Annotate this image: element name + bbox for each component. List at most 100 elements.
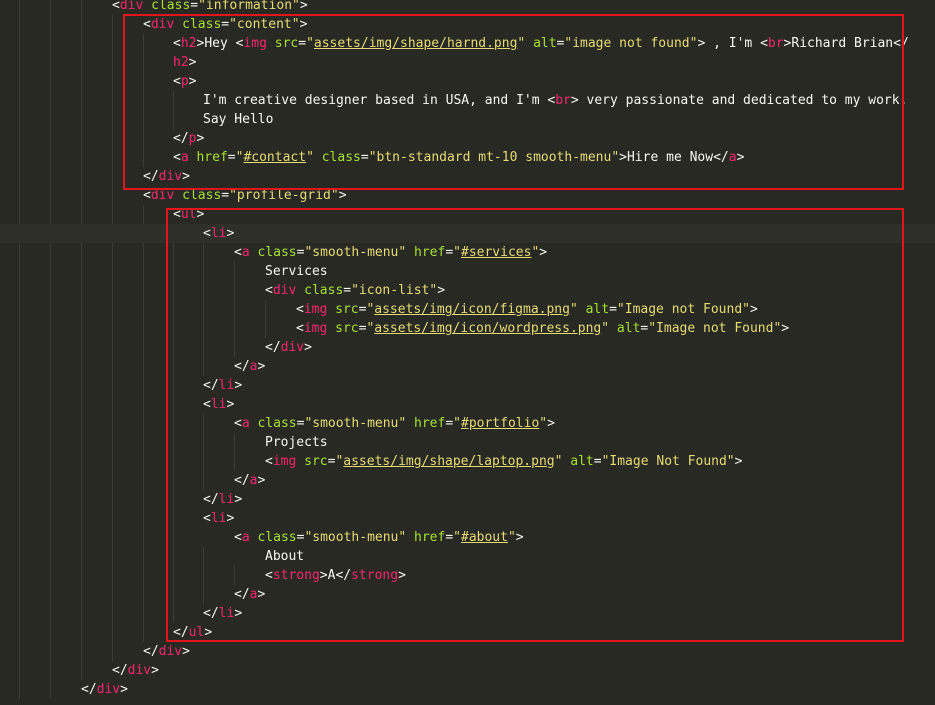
- code-token: >: [304, 340, 312, 355]
- code-line[interactable]: </a>: [0, 585, 935, 604]
- code-line[interactable]: <img src="assets/img/shape/laptop.png" a…: [0, 452, 935, 471]
- code-token: =: [609, 302, 617, 317]
- code-token: <: [143, 17, 151, 32]
- code-token: "information": [198, 0, 300, 13]
- code-line[interactable]: <div class="profile-grid">: [0, 186, 935, 205]
- code-token: =: [445, 416, 454, 431]
- code-token: "profile-grid": [229, 188, 339, 203]
- code-token: div: [272, 283, 297, 298]
- code-token: >: [226, 511, 235, 526]
- code-token: Richard Brian: [791, 36, 894, 51]
- code-line[interactable]: <div class="information">: [0, 0, 935, 15]
- code-token: =: [298, 36, 307, 51]
- code-token: div: [96, 682, 121, 697]
- code-line[interactable]: <div class="content">: [0, 15, 935, 34]
- code-line[interactable]: h2>: [0, 53, 935, 72]
- code-token: div: [150, 17, 175, 32]
- code-line[interactable]: </ul>: [0, 623, 935, 642]
- code-token: class: [304, 283, 344, 298]
- code-line[interactable]: </div>: [0, 642, 935, 661]
- code-token: <: [143, 188, 151, 203]
- code-token: </: [335, 568, 352, 583]
- code-line[interactable]: </div>: [0, 661, 935, 680]
- code-token: src: [304, 454, 328, 469]
- code-line[interactable]: </p>: [0, 129, 935, 148]
- code-token: href: [196, 150, 228, 165]
- code-line[interactable]: <li>: [0, 509, 935, 528]
- code-line[interactable]: </li>: [0, 376, 935, 395]
- code-token: </: [173, 131, 189, 146]
- code-line[interactable]: About: [0, 547, 935, 566]
- code-token: Services: [265, 264, 328, 279]
- code-token: <: [173, 74, 181, 89]
- code-token: assets/img/icon/figma.png: [374, 302, 570, 317]
- code-token: <: [203, 511, 211, 526]
- code-line[interactable]: <img src="assets/img/icon/figma.png" alt…: [0, 300, 935, 319]
- code-token: ": [306, 150, 314, 165]
- code-line[interactable]: <li>: [0, 224, 935, 243]
- code-token: src: [274, 36, 299, 51]
- code-line[interactable]: <ul>: [0, 205, 935, 224]
- code-token: a: [241, 245, 250, 260]
- code-token: =: [221, 17, 230, 32]
- code-token: =: [360, 150, 369, 165]
- code-token: <: [203, 226, 211, 241]
- code-token: >: [257, 473, 266, 488]
- code-token: img: [303, 302, 328, 317]
- code-line[interactable]: <h2>Hey <img src="assets/img/shape/harnd…: [0, 34, 935, 53]
- code-line[interactable]: I'm creative designer based in USA, and …: [0, 91, 935, 110]
- code-token: <: [265, 568, 273, 583]
- code-token: >: [234, 492, 243, 507]
- code-token: >: [182, 644, 190, 659]
- code-line[interactable]: </div>: [0, 680, 935, 699]
- code-token: alt: [533, 36, 557, 51]
- code-line[interactable]: </div>: [0, 338, 935, 357]
- code-line[interactable]: Services: [0, 262, 935, 281]
- code-line[interactable]: <img src="assets/img/icon/wordpress.png"…: [0, 319, 935, 338]
- code-line[interactable]: </a>: [0, 471, 935, 490]
- code-token: </: [173, 625, 189, 640]
- code-token: li: [218, 606, 235, 621]
- code-line[interactable]: <div class="icon-list">: [0, 281, 935, 300]
- code-token: >: [398, 568, 406, 583]
- code-token: <: [173, 207, 181, 222]
- code-token: #about: [461, 530, 508, 545]
- code-token: ": [569, 302, 578, 317]
- code-line[interactable]: </li>: [0, 490, 935, 509]
- code-line[interactable]: <p>: [0, 72, 935, 91]
- code-token: >: [515, 530, 524, 545]
- code-token: "Image not Found": [648, 321, 782, 336]
- code-line[interactable]: </a>: [0, 357, 935, 376]
- code-token: h2: [173, 55, 189, 70]
- code-token: =: [221, 188, 230, 203]
- code-line[interactable]: </div>: [0, 167, 935, 186]
- code-token: I'm creative designer based in USA, and …: [203, 93, 548, 108]
- code-token: div: [158, 644, 183, 659]
- code-token: assets/img/shape/harnd.png: [313, 36, 518, 51]
- code-line[interactable]: Projects: [0, 433, 935, 452]
- code-line[interactable]: <a class="smooth-menu" href="#about">: [0, 528, 935, 547]
- code-token: ul: [180, 207, 197, 222]
- code-token: class: [182, 188, 222, 203]
- code-line[interactable]: <strong>A</strong>: [0, 566, 935, 585]
- code-token: div: [150, 188, 175, 203]
- code-token: >: [781, 321, 790, 336]
- code-token: "btn-standard mt-10 smooth-menu": [368, 150, 620, 165]
- code-token: >: [196, 131, 205, 146]
- code-line[interactable]: Say Hello: [0, 110, 935, 129]
- code-token: >: [539, 245, 548, 260]
- code-token: >: [226, 397, 235, 412]
- code-line[interactable]: <a class="smooth-menu" href="#services">: [0, 243, 935, 262]
- code-line[interactable]: <li>: [0, 395, 935, 414]
- code-line[interactable]: <a href="#contact" class="btn-standard m…: [0, 148, 935, 167]
- code-token: >: [749, 302, 758, 317]
- code-editor[interactable]: <div class="information"> <div class="con…: [0, 0, 935, 705]
- code-line[interactable]: </li>: [0, 604, 935, 623]
- code-token: "smooth-menu": [304, 245, 407, 260]
- code-token: =: [343, 283, 352, 298]
- code-line[interactable]: <a class="smooth-menu" href="#portfolio"…: [0, 414, 935, 433]
